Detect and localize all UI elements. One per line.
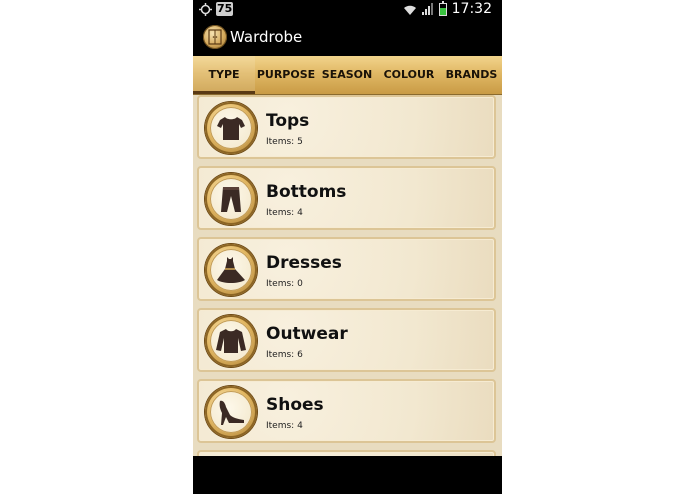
category-list[interactable]: Tops Items: 5 Bottoms Items: 4 Dresses I… bbox=[193, 95, 502, 456]
category-medallion bbox=[205, 102, 257, 154]
wardrobe-icon[interactable] bbox=[203, 25, 227, 49]
category-count: Items: 0 bbox=[266, 279, 303, 289]
tab-type[interactable]: TYPE bbox=[193, 56, 255, 94]
category-medallion bbox=[205, 315, 257, 367]
clock: 17:32 bbox=[451, 1, 492, 17]
category-row-outwear[interactable]: Outwear Items: 6 bbox=[197, 308, 496, 372]
tab-season[interactable]: SEASON bbox=[317, 56, 377, 94]
tab-purpose[interactable]: PURPOSE bbox=[255, 56, 317, 94]
high-heel-icon bbox=[219, 400, 244, 425]
category-row-bottoms[interactable]: Bottoms Items: 4 bbox=[197, 166, 496, 230]
category-title: Outwear bbox=[266, 324, 348, 344]
sweater-icon bbox=[216, 329, 246, 353]
app-title: Wardrobe bbox=[230, 28, 303, 46]
dress-icon bbox=[217, 257, 245, 283]
phone-screen: 75 17:32 Wardrobe TYPE PURPOSE SEASON CO… bbox=[193, 0, 502, 494]
notification-badge[interactable]: 75 bbox=[216, 2, 234, 16]
battery-icon bbox=[438, 0, 447, 16]
wifi-icon bbox=[403, 5, 416, 15]
status-bar-right: 17:32 bbox=[403, 0, 492, 17]
navigation-bar bbox=[193, 456, 502, 494]
tab-colour[interactable]: COLOUR bbox=[377, 56, 441, 94]
status-bar: 75 17:32 bbox=[193, 0, 502, 19]
category-title: Shoes bbox=[266, 395, 324, 415]
category-medallion bbox=[205, 244, 257, 296]
category-count: Items: 5 bbox=[266, 137, 303, 147]
status-bar-left: 75 bbox=[199, 2, 234, 16]
category-count: Items: 6 bbox=[266, 350, 303, 360]
category-medallion bbox=[205, 386, 257, 438]
category-count: Items: 4 bbox=[266, 208, 303, 218]
category-medallion bbox=[205, 173, 257, 225]
tab-bar: TYPE PURPOSE SEASON COLOUR BRANDS bbox=[193, 56, 502, 95]
action-bar: Wardrobe bbox=[193, 19, 502, 56]
tab-brands[interactable]: BRANDS bbox=[441, 56, 502, 94]
category-title: Bottoms bbox=[266, 182, 347, 202]
category-row-tops[interactable]: Tops Items: 5 bbox=[197, 95, 496, 159]
signal-icon bbox=[421, 3, 433, 15]
trousers-icon bbox=[221, 187, 241, 212]
category-row-shoes[interactable]: Shoes Items: 4 bbox=[197, 379, 496, 443]
category-title: Tops bbox=[266, 111, 310, 131]
category-title: Dresses bbox=[266, 253, 342, 273]
shirt-icon bbox=[217, 117, 245, 140]
category-row-dresses[interactable]: Dresses Items: 0 bbox=[197, 237, 496, 301]
gps-icon bbox=[199, 2, 212, 16]
category-count: Items: 4 bbox=[266, 421, 303, 431]
